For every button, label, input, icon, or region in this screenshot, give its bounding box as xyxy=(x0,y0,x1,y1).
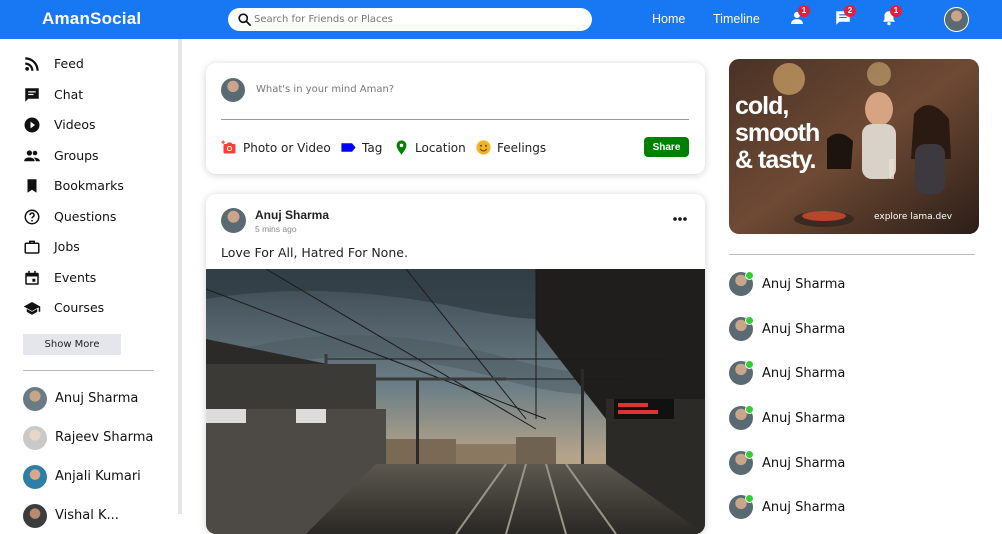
friend-requests-button[interactable]: 1 xyxy=(788,5,810,27)
search-bar[interactable] xyxy=(228,8,592,31)
friend-name: Rajeev Sharma xyxy=(55,430,154,445)
sidebar-item-questions[interactable]: Questions xyxy=(23,205,173,227)
sidebar-item-videos[interactable]: Videos xyxy=(23,113,173,135)
post-text: Love For All, Hatred For None. xyxy=(221,245,408,260)
post-timestamp: 5 mins ago xyxy=(255,224,297,234)
online-status-icon xyxy=(745,316,754,325)
share-option-label: Photo or Video xyxy=(243,141,331,155)
avatar xyxy=(23,426,47,450)
sidebar-item-label: Jobs xyxy=(54,239,80,254)
left-sidebar: Feed Chat Videos Groups Bookmarks Questi… xyxy=(0,39,178,528)
online-status-icon xyxy=(745,494,754,503)
avatar xyxy=(23,387,47,411)
sidebar-item-feed[interactable]: Feed xyxy=(23,52,173,74)
rightbar-divider xyxy=(729,254,975,255)
avatar xyxy=(23,465,47,489)
post-author[interactable]: Anuj Sharma xyxy=(255,208,329,222)
share-option-label: Location xyxy=(415,141,466,155)
rss-icon xyxy=(25,57,39,71)
help-circle-icon xyxy=(24,209,40,225)
school-icon xyxy=(23,302,41,315)
avatar xyxy=(221,78,245,102)
friend-list-item[interactable]: Vishal K... xyxy=(23,504,173,530)
sidebar-item-label: Bookmarks xyxy=(54,178,124,193)
sidebar-item-label: Feed xyxy=(54,56,84,71)
online-friend-name: Anuj Sharma xyxy=(762,366,846,381)
add-photo-icon xyxy=(221,140,236,154)
profile-avatar[interactable] xyxy=(944,7,969,32)
online-status-icon xyxy=(745,450,754,459)
friend-requests-badge: 1 xyxy=(798,5,810,17)
sidebar-item-label: Events xyxy=(54,270,97,285)
online-status-icon xyxy=(745,271,754,280)
group-icon xyxy=(24,150,40,162)
post-card: Anuj Sharma 5 mins ago Love For All, Hat… xyxy=(206,194,705,534)
sidebar-scrollbar[interactable] xyxy=(178,39,182,514)
more-options-icon[interactable] xyxy=(672,212,688,226)
tag-icon xyxy=(341,143,356,152)
online-status-icon xyxy=(745,405,754,414)
sidebar-item-events[interactable]: Events xyxy=(23,266,173,288)
briefcase-icon xyxy=(24,240,40,254)
online-friend-name: Anuj Sharma xyxy=(762,411,846,426)
nav-timeline-link[interactable]: Timeline xyxy=(713,12,760,26)
online-friend-name: Anuj Sharma xyxy=(762,277,846,292)
chat-icon xyxy=(25,88,39,102)
friend-list-item[interactable]: Rajeev Sharma xyxy=(23,426,173,452)
sidebar-item-label: Chat xyxy=(54,87,84,102)
share-option-label: Feelings xyxy=(497,141,547,155)
avatar xyxy=(23,504,47,528)
sidebar-item-bookmarks[interactable]: Bookmarks xyxy=(23,174,173,196)
messages-badge: 2 xyxy=(844,5,856,17)
ad-footer: explore lama.dev xyxy=(874,212,953,222)
share-option-label: Tag xyxy=(362,141,383,155)
online-friend-item[interactable]: Anuj Sharma xyxy=(729,271,929,298)
play-circle-icon xyxy=(24,117,40,133)
show-more-button[interactable]: Show More xyxy=(23,334,121,355)
ad-banner[interactable]: cold, smooth & tasty. explore lama.dev xyxy=(729,59,979,234)
post-image[interactable] xyxy=(206,269,705,534)
online-friend-item[interactable]: Anuj Sharma xyxy=(729,405,929,432)
nav-home-link[interactable]: Home xyxy=(652,12,685,26)
search-icon xyxy=(238,13,251,26)
friend-name: Anjali Kumari xyxy=(55,469,141,484)
emoji-icon xyxy=(476,140,491,155)
sidebar-divider xyxy=(23,370,154,371)
online-friend-item[interactable]: Anuj Sharma xyxy=(729,316,929,343)
app-logo[interactable]: AmanSocial xyxy=(42,9,141,29)
friend-name: Anuj Sharma xyxy=(55,391,139,406)
sidebar-item-courses[interactable]: Courses xyxy=(23,296,173,318)
friend-list-item[interactable]: Anjali Kumari xyxy=(23,465,173,491)
share-input[interactable]: What's in your mind Aman? xyxy=(256,84,394,95)
online-friend-item[interactable]: Anuj Sharma xyxy=(729,494,929,521)
online-status-icon xyxy=(745,360,754,369)
friend-name: Vishal K... xyxy=(55,508,119,523)
avatar[interactable] xyxy=(221,208,246,233)
online-friend-name: Anuj Sharma xyxy=(762,500,846,515)
online-friend-name: Anuj Sharma xyxy=(762,456,846,471)
top-bar: AmanSocial Home Timeline 1 2 1 xyxy=(0,0,1002,39)
location-pin-icon xyxy=(396,140,407,155)
share-button[interactable]: Share xyxy=(644,137,689,157)
sidebar-item-label: Groups xyxy=(54,148,99,163)
share-divider xyxy=(221,119,689,120)
online-friend-item[interactable]: Anuj Sharma xyxy=(729,450,929,477)
ad-headline: cold, smooth & tasty. xyxy=(735,92,820,174)
calendar-icon xyxy=(25,270,39,285)
online-friend-name: Anuj Sharma xyxy=(762,322,846,337)
sidebar-item-label: Courses xyxy=(54,300,105,315)
sidebar-item-jobs[interactable]: Jobs xyxy=(23,235,173,257)
share-card: What's in your mind Aman? Photo or Video… xyxy=(206,63,705,174)
notifications-badge: 1 xyxy=(890,5,902,17)
bookmark-icon xyxy=(27,179,37,193)
notifications-button[interactable]: 1 xyxy=(880,5,902,27)
online-friend-item[interactable]: Anuj Sharma xyxy=(729,360,929,387)
sidebar-item-label: Questions xyxy=(54,209,117,224)
messages-button[interactable]: 2 xyxy=(834,5,856,27)
sidebar-item-groups[interactable]: Groups xyxy=(23,144,173,166)
sidebar-item-chat[interactable]: Chat xyxy=(23,83,173,105)
sidebar-item-label: Videos xyxy=(54,117,96,132)
friend-list-item[interactable]: Anuj Sharma xyxy=(23,387,173,413)
search-input[interactable] xyxy=(254,10,574,29)
